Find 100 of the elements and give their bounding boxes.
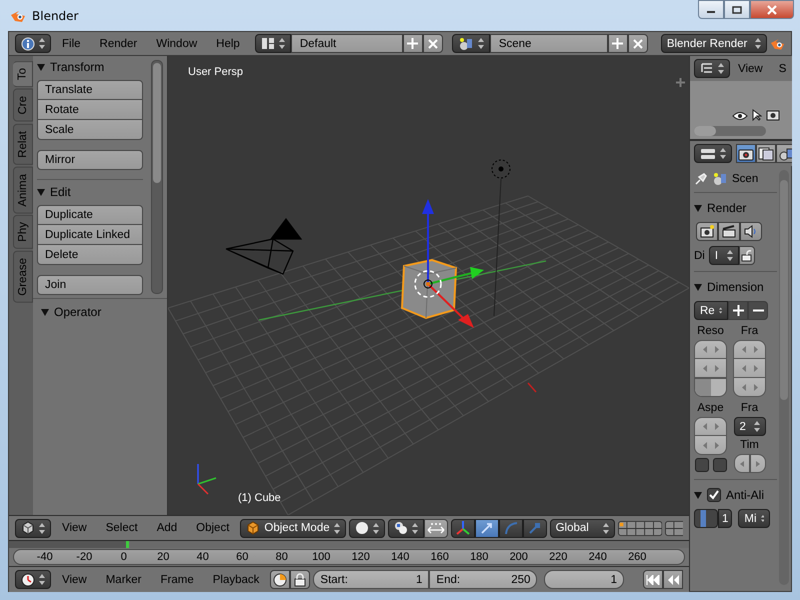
checkbox[interactable] [694,458,708,472]
editor-type-button[interactable] [694,144,732,163]
shading-dropdown[interactable] [348,518,385,538]
audio-button[interactable] [740,222,762,241]
number-field[interactable] [733,359,766,378]
tool-button[interactable]: Join [37,275,143,295]
tool-button[interactable]: Scale [37,120,143,140]
menu-item[interactable]: Object [188,519,238,537]
display-dropdown[interactable]: I [708,246,739,265]
menu-item[interactable]: View [730,60,771,78]
up-down-arrows-icon [278,38,285,49]
context-tab[interactable] [776,144,792,163]
disclosure-triangle-icon[interactable] [37,64,45,70]
editor-type-button[interactable] [15,518,51,538]
orientation-dropdown[interactable]: Global [550,518,615,538]
transform-gizmo-drawing[interactable] [414,199,484,328]
menu-item[interactable]: Playback [204,570,268,588]
filter-dropdown[interactable]: Mi [738,509,770,528]
remove-button[interactable] [748,301,768,320]
disclosure-triangle-icon[interactable] [37,188,45,196]
menu-item[interactable]: View [54,519,95,537]
frame-number: 20 [156,551,170,564]
menu-item[interactable]: S [770,60,792,78]
context-tab[interactable] [736,144,756,163]
maximize-button[interactable] [724,0,750,19]
number-field[interactable] [734,454,750,473]
keying-button[interactable] [270,570,290,589]
editor-type-button[interactable] [15,34,51,53]
tool-button[interactable]: Delete [37,245,143,265]
layout-browse-button[interactable] [254,34,291,53]
sample-toggle[interactable] [694,509,718,528]
render-image-button[interactable] [696,222,718,241]
samples-value[interactable]: 1 [718,509,732,528]
menu-item[interactable]: Help [208,34,248,52]
disclosure-triangle-icon[interactable] [694,204,702,212]
editor-type-button[interactable] [694,59,730,78]
shelf-tab[interactable]: To [13,61,33,88]
add-button[interactable] [402,34,423,53]
number-field[interactable] [733,378,766,397]
snap-button[interactable] [424,518,448,538]
editor-type-button[interactable] [15,570,51,589]
menu-item[interactable]: Frame [152,570,202,588]
scrollbar[interactable] [779,170,789,585]
add-button[interactable] [728,301,748,320]
mode-dropdown[interactable]: Object Mode [240,518,346,538]
current-frame-field[interactable]: 1 [544,570,624,589]
number-field[interactable] [750,454,766,473]
manipulator-button[interactable] [474,518,499,538]
end-frame-field[interactable]: End: 250 [429,570,538,589]
menu-item[interactable]: Render [92,34,146,52]
disclosure-triangle-icon[interactable] [694,284,702,290]
scene-name-field[interactable]: Scene [490,34,608,53]
eye-icon [732,111,748,121]
number-field[interactable] [694,340,727,359]
add-button[interactable] [608,34,628,53]
scene-browse-button[interactable] [452,34,490,53]
start-frame-field[interactable]: Start: 1 [313,570,430,589]
lock-button[interactable] [290,570,310,589]
close-button[interactable] [750,0,794,19]
menu-item[interactable]: Window [148,34,206,52]
rewind-button[interactable] [663,570,683,589]
scrollbar[interactable] [151,60,163,294]
menu-item[interactable]: Select [98,519,146,537]
preset-dropdown[interactable]: Re [694,301,728,320]
menu-item[interactable]: File [54,34,89,52]
cube-drawing[interactable] [400,258,458,320]
menu-item[interactable]: Add [148,519,186,537]
render-engine-dropdown[interactable]: Blender Render [660,34,767,53]
checkbox[interactable] [707,488,721,502]
tool-button[interactable]: Rotate [37,100,143,120]
disclosure-triangle-icon[interactable] [41,308,49,316]
layout-name-field[interactable]: Default [290,34,403,53]
tool-button[interactable]: Mirror [37,150,143,170]
scrollbar[interactable] [694,126,766,136]
tool-button[interactable]: Translate [37,80,143,100]
percentage-slider-fill[interactable] [695,379,710,396]
remove-button[interactable] [628,34,648,53]
checkbox[interactable] [712,458,726,472]
viewport[interactable]: User Persp (1) Cube [168,56,689,515]
context-tab[interactable] [756,144,776,163]
frame-number: 40 [196,551,210,564]
lock-button[interactable] [738,246,755,265]
menu-item[interactable]: View [54,570,95,588]
tool-button[interactable]: Duplicate Linked [37,225,143,245]
pivot-dropdown[interactable] [388,518,424,538]
current-frame-marker[interactable] [126,541,129,548]
number-field[interactable] [694,359,727,378]
manipulator-toggle[interactable] [450,518,475,538]
menu-item[interactable]: Marker [98,570,150,588]
jump-to-start-button[interactable] [643,570,663,589]
minimize-button[interactable] [698,0,724,19]
remove-button[interactable] [422,34,443,53]
number-field[interactable] [694,436,727,455]
number-field[interactable] [694,417,727,436]
frame-number: 240 [588,551,608,564]
tool-button[interactable]: Duplicate [37,205,143,225]
number-field[interactable] [733,340,766,359]
frame-rate-dropdown[interactable]: 2 [734,417,766,436]
render-animation-button[interactable] [718,222,740,241]
timeline-ruler[interactable]: -40 -20 0 20 40 60 80 100 120 140 160 180 200 220 240 260 [9,540,689,566]
